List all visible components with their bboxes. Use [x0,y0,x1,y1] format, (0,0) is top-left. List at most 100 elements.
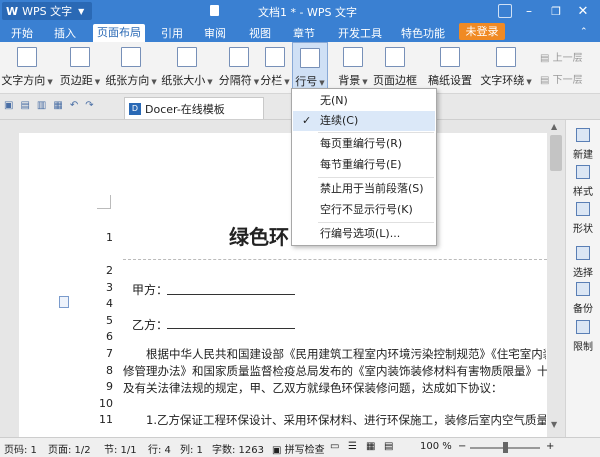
send-backward-button[interactable]: ▤ 下一层 [540,71,583,86]
menu-item-restart-page[interactable]: 每页重编行号(R) [293,134,435,154]
line-number: 8 [106,364,113,377]
status-section: 节: 1/1 [104,445,137,456]
columns-icon [265,47,285,67]
spell-check-toggle[interactable]: ▣ 拼写检查 [272,441,325,456]
ribbon-label: 文字方向 ▼ [1,74,53,87]
docer-tab[interactable]: D Docer-在线模板 [124,97,264,119]
menu-item-line-number-options[interactable]: 行编号选项(L)... [293,224,435,244]
restrict-button[interactable]: 限制 [566,320,600,353]
header-divider [123,259,547,260]
app-logo-menu[interactable]: W WPS 文字 ▼ [2,2,92,20]
close-icon[interactable]: ✕ [572,2,594,20]
zoom-slider-thumb[interactable] [503,442,508,453]
backup-icon [576,282,590,296]
text-direction-button[interactable]: 文字方向 ▼ [1,42,53,92]
line-number: 7 [106,347,113,360]
line-number: 10 [99,397,113,410]
folder-icon[interactable]: ▣ [4,100,13,111]
text-wrap-button[interactable]: 文字环绕 ▼ [480,42,532,92]
menu-references[interactable]: 引用 [158,25,186,40]
redo-icon[interactable]: ↷ [85,100,93,111]
docer-icon: D [129,102,141,115]
skin-icon[interactable] [498,4,512,18]
view-page-icon[interactable]: ▭ [330,441,339,452]
menu-review[interactable]: 审阅 [201,25,229,40]
menu-page-layout[interactable]: 页面布局 [93,24,145,42]
menu-item-suppress-paragraph[interactable]: 禁止用于当前段落(S) [293,179,435,199]
zoom-in-icon[interactable]: + [546,441,554,452]
save-icon[interactable]: ▤ [20,100,29,111]
zoom-out-icon[interactable]: − [458,441,466,452]
orientation-button[interactable]: 纸张方向 ▼ [105,42,157,92]
view-read-icon[interactable]: ▤ [384,441,393,452]
menu-chapter[interactable]: 章节 [290,25,318,40]
ribbon-label: 页边距 ▼ [59,74,101,87]
backup-button[interactable]: 备份 [566,282,600,315]
status-column: 列: 1 [180,445,203,456]
view-outline-icon[interactable]: ☰ [348,441,357,452]
paragraph-line: 修管理办法》和国家质量监督检疫总局发布的《室内装饰装修材料有害物质限量》十项标准 [123,364,547,378]
minimize-icon[interactable]: – [518,2,540,20]
task-pane-bar: 新建 样式 形状 选择 备份 限制 [565,120,600,437]
view-web-icon[interactable]: ▦ [366,441,375,452]
page-border-button[interactable]: 页面边框 [372,42,418,92]
quick-access [210,5,240,17]
title-bar: W WPS 文字 ▼ 文档1 * - WPS 文字 – ❐ ✕ [0,0,600,22]
menu-bar: 开始 插入 页面布局 引用 审阅 视图 章节 开发工具 特色功能 未登录 ⌃ [0,22,600,42]
new-button[interactable]: 新建 [566,128,600,161]
document-title: 绿色环 [229,225,289,249]
bring-forward-button[interactable]: ▤ 上一层 [540,49,583,64]
menu-item-continuous[interactable]: ✓ 连续(C) [293,111,435,131]
line-number: 2 [106,264,113,277]
line-number: 4 [106,297,113,310]
party-b-label: 乙方： [132,318,169,332]
scroll-thumb[interactable] [550,135,562,171]
separator-button[interactable]: 分隔符 ▼ [216,42,262,92]
menu-divider [318,177,434,178]
paragraph-line: 及有关法律法规的规定，甲、乙双方就绿色环保装修问题，达成如下协议： [123,381,503,395]
ribbon-collapse-icon[interactable]: ⌃ [580,27,588,37]
columns-button[interactable]: 分栏 ▼ [260,42,290,92]
style-icon [576,165,590,179]
menu-item-restart-section[interactable]: 每节重编行号(E) [293,155,435,175]
background-button[interactable]: 背景 ▼ [338,42,368,92]
menu-insert[interactable]: 插入 [51,25,79,40]
preview-icon[interactable]: ▦ [53,100,62,111]
status-page: 页面: 1/2 [48,445,91,456]
manuscript-button[interactable]: 稿纸设置 [428,42,472,92]
restore-icon[interactable]: ❐ [545,2,567,20]
menu-special[interactable]: 特色功能 [398,25,448,40]
zoom-level[interactable]: 100 % [420,441,452,452]
line-number: 5 [106,314,113,327]
menu-view[interactable]: 视图 [246,25,274,40]
menu-start[interactable]: 开始 [8,25,36,40]
menu-item-none[interactable]: 无(N) [293,91,435,111]
scroll-down-icon[interactable]: ▼ [551,420,557,429]
menu-item-skip-blank-lines[interactable]: 空行不显示行号(K) [293,200,435,220]
status-word-count: 字数: 1263 [212,445,264,456]
party-b-underline [167,328,295,329]
scroll-up-icon[interactable]: ▲ [551,122,557,131]
margins-button[interactable]: 页边距 ▼ [58,42,102,92]
login-button[interactable]: 未登录 [459,23,505,40]
print-icon[interactable]: ▥ [37,100,46,111]
status-row: 行: 4 [148,445,171,456]
vertical-scrollbar[interactable]: ▲ ▼ [547,120,565,437]
shape-button[interactable]: 形状 [566,202,600,235]
select-button[interactable]: 选择 [566,246,600,279]
document-page[interactable]: 绿色环 1 2 3 4 5 6 7 8 9 10 11 甲方： 乙方： 根据中华… [19,133,547,437]
menu-divider [318,132,434,133]
ribbon-label: 纸张方向 ▼ [105,74,157,87]
paper-size-button[interactable]: 纸张大小 ▼ [160,42,214,92]
restrict-icon [576,320,590,334]
line-number: 1 [106,231,113,244]
line-number: 6 [106,330,113,343]
style-button[interactable]: 样式 [566,165,600,198]
menu-dev-tools[interactable]: 开发工具 [335,25,385,40]
undo-icon[interactable]: ↶ [70,100,78,111]
ribbon-label: 背景 ▼ [338,74,368,87]
ribbon-label: 行号 ▼ [295,75,325,88]
app-logo-label: WPS 文字 [22,5,73,18]
line-numbers-button[interactable]: 行号 ▼ [292,42,328,92]
paragraph-marker-icon[interactable] [59,296,69,308]
